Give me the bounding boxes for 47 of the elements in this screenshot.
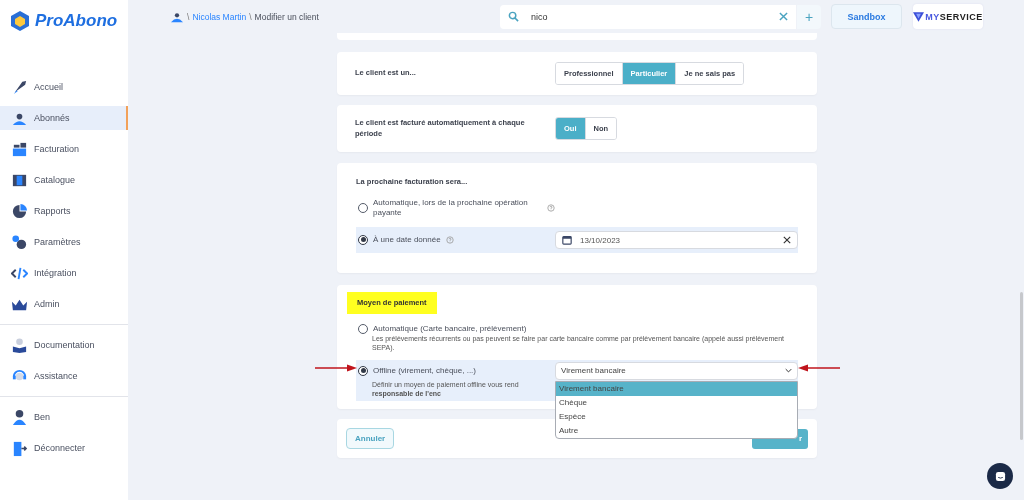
people-icon xyxy=(170,10,184,23)
sidebar-item[interactable]: Déconnecter xyxy=(0,436,128,460)
annotation-arrow xyxy=(315,364,357,372)
sidebar-item[interactable]: Accueil xyxy=(0,75,128,99)
chat-icon xyxy=(994,470,1006,482)
exit-door-icon xyxy=(11,439,28,457)
sidebar-item[interactable]: Paramètres xyxy=(0,230,128,254)
chat-button[interactable] xyxy=(987,463,1013,489)
sidebar-item[interactable]: Ben xyxy=(0,405,128,429)
chevron-down-icon xyxy=(785,368,792,374)
close-icon xyxy=(783,236,791,244)
annotation-arrow xyxy=(798,364,840,372)
sidebar-item[interactable]: Rapports xyxy=(0,199,128,223)
date-field[interactable]: 13/10/2023 xyxy=(555,231,798,249)
logo-icon xyxy=(10,10,30,32)
search-field[interactable]: nico xyxy=(500,4,796,29)
sandbox-button[interactable]: Sandbox xyxy=(831,4,902,29)
search-input[interactable]: nico xyxy=(529,10,769,23)
radio-button[interactable] xyxy=(358,235,368,245)
sidebar-item[interactable]: Documentation xyxy=(0,333,128,357)
search-icon xyxy=(508,11,519,22)
scrollbar[interactable] xyxy=(1020,292,1023,440)
brand-name: ProAbono xyxy=(35,11,118,31)
breadcrumb-separator: \ xyxy=(187,11,190,22)
pie-chart-icon xyxy=(11,202,28,220)
close-icon[interactable] xyxy=(779,12,788,21)
account-logo[interactable]: MYSERVICE xyxy=(913,4,983,29)
dropdown-option[interactable]: Autre xyxy=(556,423,797,438)
breadcrumb-separator: \ xyxy=(249,11,252,22)
sidebar-item[interactable]: Assistance xyxy=(0,364,128,388)
user-icon xyxy=(11,408,28,426)
option-label: Automatique (Carte bancaire, prélèvement) xyxy=(373,324,527,335)
sidebar-item[interactable]: Intégration xyxy=(0,261,128,285)
dropdown-option[interactable]: Chèque xyxy=(556,395,797,410)
sidebar-item[interactable]: Facturation xyxy=(0,137,128,161)
option-label: Automatique, lors de la prochaine opération payante xyxy=(373,197,529,219)
reader-icon xyxy=(11,336,28,354)
sidebar-item[interactable]: Admin xyxy=(0,292,128,316)
dropdown-option[interactable]: Espèce xyxy=(556,409,797,424)
option-label: Offline (virement, chèque, ...) xyxy=(373,365,476,377)
option-label: À une date donnée xyxy=(373,234,441,246)
dropdown-option[interactable]: Virement bancaire xyxy=(556,381,797,396)
breadcrumb-current: Modifier un client xyxy=(254,11,319,22)
sidebar-item[interactable]: Catalogue xyxy=(0,168,128,192)
radio-button[interactable] xyxy=(358,365,368,376)
calendar-icon xyxy=(562,235,572,245)
sidebar-item[interactable]: Abonnés xyxy=(0,106,128,130)
